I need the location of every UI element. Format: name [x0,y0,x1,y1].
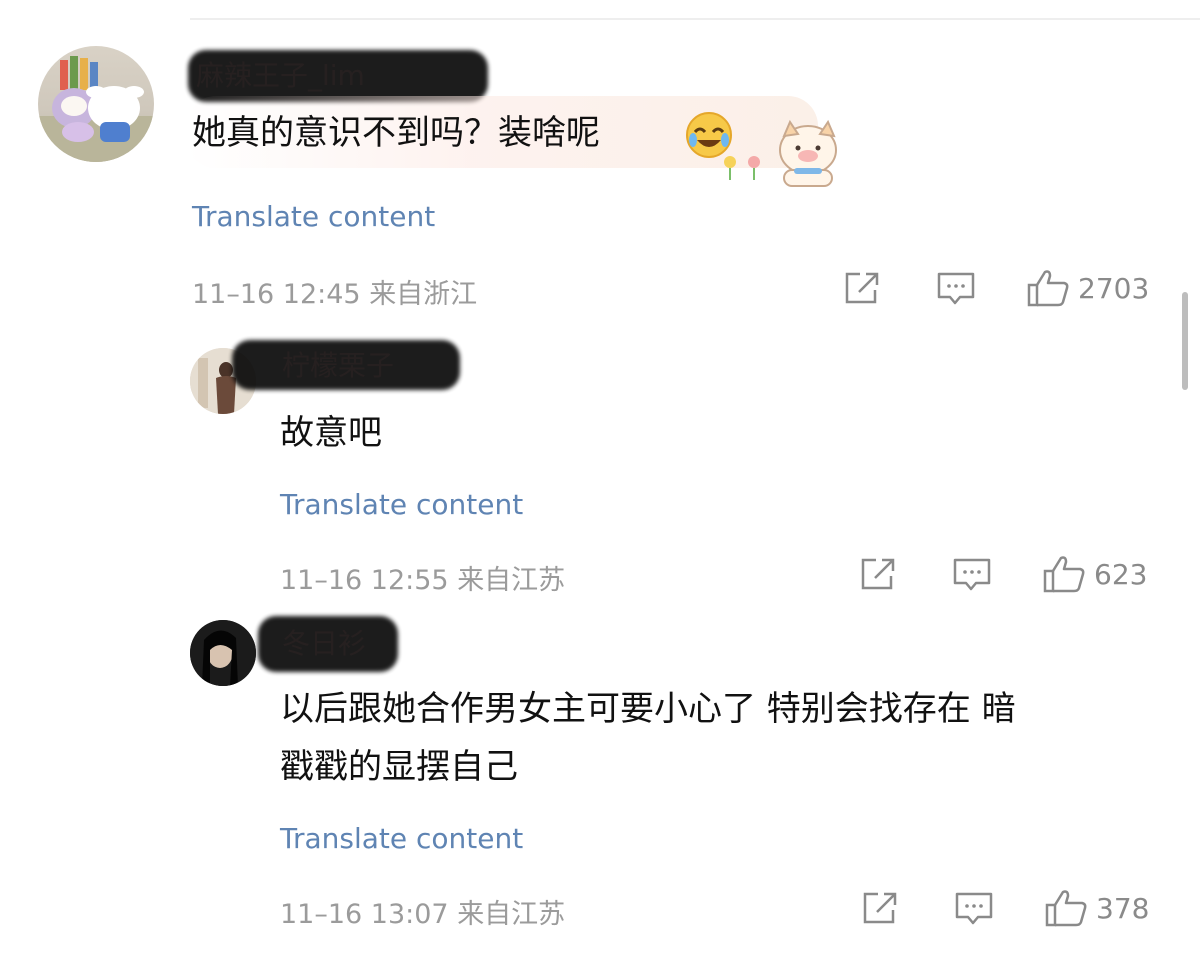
like-button[interactable]: 378 [1044,888,1149,928]
like-count: 623 [1094,557,1148,591]
thumbs-up-icon [1027,270,1069,307]
comment-icon [953,558,991,591]
translate-link[interactable]: Translate content [280,488,523,521]
cat-sticker-icon [718,118,842,194]
translate-link[interactable]: Translate content [192,200,435,233]
comment-icon [937,272,975,305]
avatar[interactable] [38,46,154,162]
avatar[interactable] [190,620,256,686]
username[interactable]: 冬日衫 [282,622,366,662]
share-button[interactable] [858,556,898,592]
reply-button[interactable] [954,890,994,928]
share-icon [861,558,895,590]
thumbs-up-icon [1045,890,1087,927]
comment-icon [955,892,993,925]
comment-text-line-2: 戳戳的显摆自己 [280,747,518,787]
thumbs-up-icon [1043,556,1085,593]
top-divider [190,18,1200,20]
reply-button[interactable] [936,270,976,308]
share-button[interactable] [842,270,882,306]
like-button[interactable]: 623 [1042,554,1147,594]
comment-text-line-1: 以后跟她合作男女主可要小心了 特别会找存在 暗 [280,689,1016,729]
comment-text: 她真的意识不到吗？装啥呢 [192,113,600,153]
like-count: 378 [1096,891,1150,925]
share-button[interactable] [860,890,900,926]
scrollbar[interactable] [1182,292,1188,390]
comment-meta: 11–16 12:55 来自江苏 [280,565,566,596]
username[interactable]: 麻辣王子_lim [196,54,365,94]
translate-link[interactable]: Translate content [280,822,523,855]
comment-text: 故意吧 [280,413,382,453]
reply-button[interactable] [952,556,992,594]
like-button[interactable]: 2703 [1026,268,1149,308]
comment-meta: 11–16 12:45 来自浙江 [192,279,478,310]
comment-meta: 11–16 13:07 来自江苏 [280,899,566,930]
username[interactable]: 柠檬栗子 [282,344,394,384]
share-icon [863,892,897,924]
share-icon [845,272,879,304]
like-count: 2703 [1078,271,1150,305]
